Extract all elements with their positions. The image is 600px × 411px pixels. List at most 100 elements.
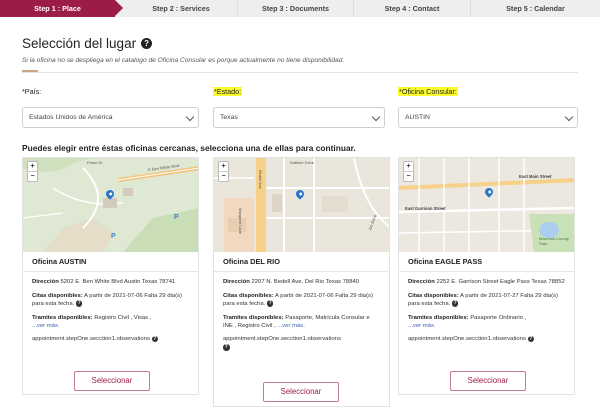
parking-icon: P [174,214,179,221]
help-icon[interactable]: ? [451,300,459,307]
map-zoom-control: + − [218,161,229,182]
office-availability: Citas disponibles: A partir de 2021-07-0… [32,292,190,309]
office-address: Dirección 2252 E. Garrison Street Eagle … [408,278,566,286]
services-label: Tramites disponibles: [32,314,93,321]
office-map[interactable]: + − East Main Street East Garrison Stree… [399,158,574,252]
office-services: Tramites disponibles: Pasaporte, Matrícu… [223,314,381,331]
chevron-down-icon [185,112,195,122]
office-address: Dirección 5202 E. Ben White Blvd Austin … [32,278,190,286]
map-graphic [214,158,389,252]
office-observations: appointment.stepOne.secction1.observatio… [408,335,566,343]
help-icon[interactable]: ? [223,344,230,351]
title-accent-rule [22,70,38,72]
zoom-out-icon[interactable]: − [404,171,413,181]
office-map[interactable]: + − Bedell Ave Kathlee Drive Jim Drive M… [214,158,389,252]
step-services[interactable]: Step 2 : Services [115,0,237,17]
observations-text: appointment.stepOne.secction1.observatio… [408,336,526,343]
office-availability: Citas disponibles: A partir de 2021-07-2… [408,292,566,309]
zoom-out-icon[interactable]: − [219,171,228,181]
office-details: Oficina AUSTIN Dirección 5202 E. Ben Whi… [23,252,198,344]
pais-select-value: Estados Unidos de América [29,114,113,121]
services-label: Tramites disponibles: [408,314,469,321]
divider [22,72,578,73]
zoom-in-icon[interactable]: + [219,162,228,171]
help-icon[interactable]: ? [75,300,83,307]
card-divider [399,271,574,273]
card-divider [214,271,389,273]
zoom-out-icon[interactable]: − [28,171,37,181]
select-office-button[interactable]: Seleccionar [263,382,339,402]
parking-icon: P [111,233,116,240]
map-street-label: East Garrison Street [405,206,446,211]
observations-text: appointment.stepOne.secction1.observatio… [32,336,150,343]
page-title-text: Selección del lugar [22,36,137,51]
step-place[interactable]: Step 1 : Place [0,0,123,17]
office-map[interactable]: + − Foton Dr E Ben White Blvd P P [23,158,198,252]
address-value: 2207 N. Bedell Ave. Del Rio Texas 78840 [251,279,360,286]
map-street-label: Foton Dr [87,160,103,165]
office-name: Oficina AUSTIN [32,257,87,266]
chevron-down-icon [371,112,381,122]
estado-select[interactable]: Texas [213,107,385,128]
pais-select[interactable]: Estados Unidos de América [22,107,199,128]
map-park-label: Maverick County Park [539,236,569,246]
observations-text: appointment.stepOne.secction1.observatio… [223,336,341,343]
zoom-in-icon[interactable]: + [404,162,413,171]
availability-label: Citas disponibles: [223,292,274,299]
address-label: Dirección [223,279,250,286]
chevron-down-icon [564,112,574,122]
help-icon[interactable]: ? [266,300,274,307]
map-street-label: Margaret Lane [238,208,243,235]
help-icon[interactable]: ? [527,335,535,343]
oficina-label-text: *Oficina Consular: [398,87,458,96]
office-card-del-rio: + − Bedell Ave Kathlee Drive Jim Drive M… [213,157,390,407]
address-label: Dirección [32,279,59,286]
services-label: Tramites disponibles: [223,314,284,321]
office-name: Oficina EAGLE PASS [408,257,483,266]
office-services: Tramites disponibles: Pasaporte Ordinari… [408,314,566,331]
office-name: Oficina DEL RIO [223,257,280,266]
see-more-link[interactable]: ...ver más. [32,323,60,329]
nearby-offices-heading: Puedes elegir entre éstas oficinas cerca… [22,143,356,153]
address-value: 5202 E. Ben White Blvd Austin Texas 7874… [60,279,176,286]
office-address: Dirección 2207 N. Bedell Ave. Del Rio Te… [223,278,381,286]
map-zoom-control: + − [403,161,414,182]
select-office-button[interactable]: Seleccionar [450,371,526,391]
step-calendar[interactable]: Step 5 : Calendar [471,0,600,17]
see-more-link[interactable]: ...ver más. [408,323,436,329]
availability-label: Citas disponibles: [408,292,459,299]
step-contact[interactable]: Step 4 : Contact [354,0,470,17]
step-documents[interactable]: Step 3 : Documents [238,0,353,17]
page-title: Selección del lugar ? [22,36,153,51]
services-value: Registro Civil , Visas , [94,314,152,321]
office-card-eagle-pass: + − East Main Street East Garrison Stree… [398,157,575,395]
office-observations: appointment.stepOne.secction1.observatio… [32,335,190,343]
stepper: Step 1 : Place Step 2 : Services Step 3 … [0,0,600,17]
availability-label: Citas disponibles: [32,292,83,299]
map-street-label: East Main Street [519,174,552,179]
pais-label: *País: [22,87,42,96]
office-observations: appointment.stepOne.secction1.observatio… [223,335,381,352]
address-label: Dirección [408,279,435,286]
estado-label-text: *Estado: [213,87,243,96]
page-subtitle: Si la oficina no se despliega en el cata… [22,57,345,64]
office-details: Oficina EAGLE PASS Dirección 2252 E. Gar… [399,252,574,344]
estado-select-value: Texas [220,114,238,121]
office-availability: Citas disponibles: A partir de 2021-07-0… [223,292,381,309]
estado-label: *Estado: [213,87,243,96]
card-divider [23,271,198,273]
see-more-link[interactable]: ...ver más. [277,323,305,329]
help-icon[interactable]: ? [151,335,159,343]
oficina-select-value: AUSTIN [405,114,430,121]
office-services: Tramites disponibles: Registro Civil , V… [32,314,190,331]
office-details: Oficina DEL RIO Dirección 2207 N. Bedell… [214,252,389,352]
oficina-select[interactable]: AUSTIN [398,107,578,128]
help-icon[interactable]: ? [141,38,153,49]
select-office-button[interactable]: Seleccionar [74,371,150,391]
oficina-label: *Oficina Consular: [398,87,458,96]
office-card-austin: + − Foton Dr E Ben White Blvd P P Oficin… [22,157,199,395]
map-street-label: Bedell Ave [258,170,263,189]
map-street-label: Kathlee Drive [290,160,315,165]
zoom-in-icon[interactable]: + [28,162,37,171]
services-value: Pasaporte Ordinario , [470,314,527,321]
